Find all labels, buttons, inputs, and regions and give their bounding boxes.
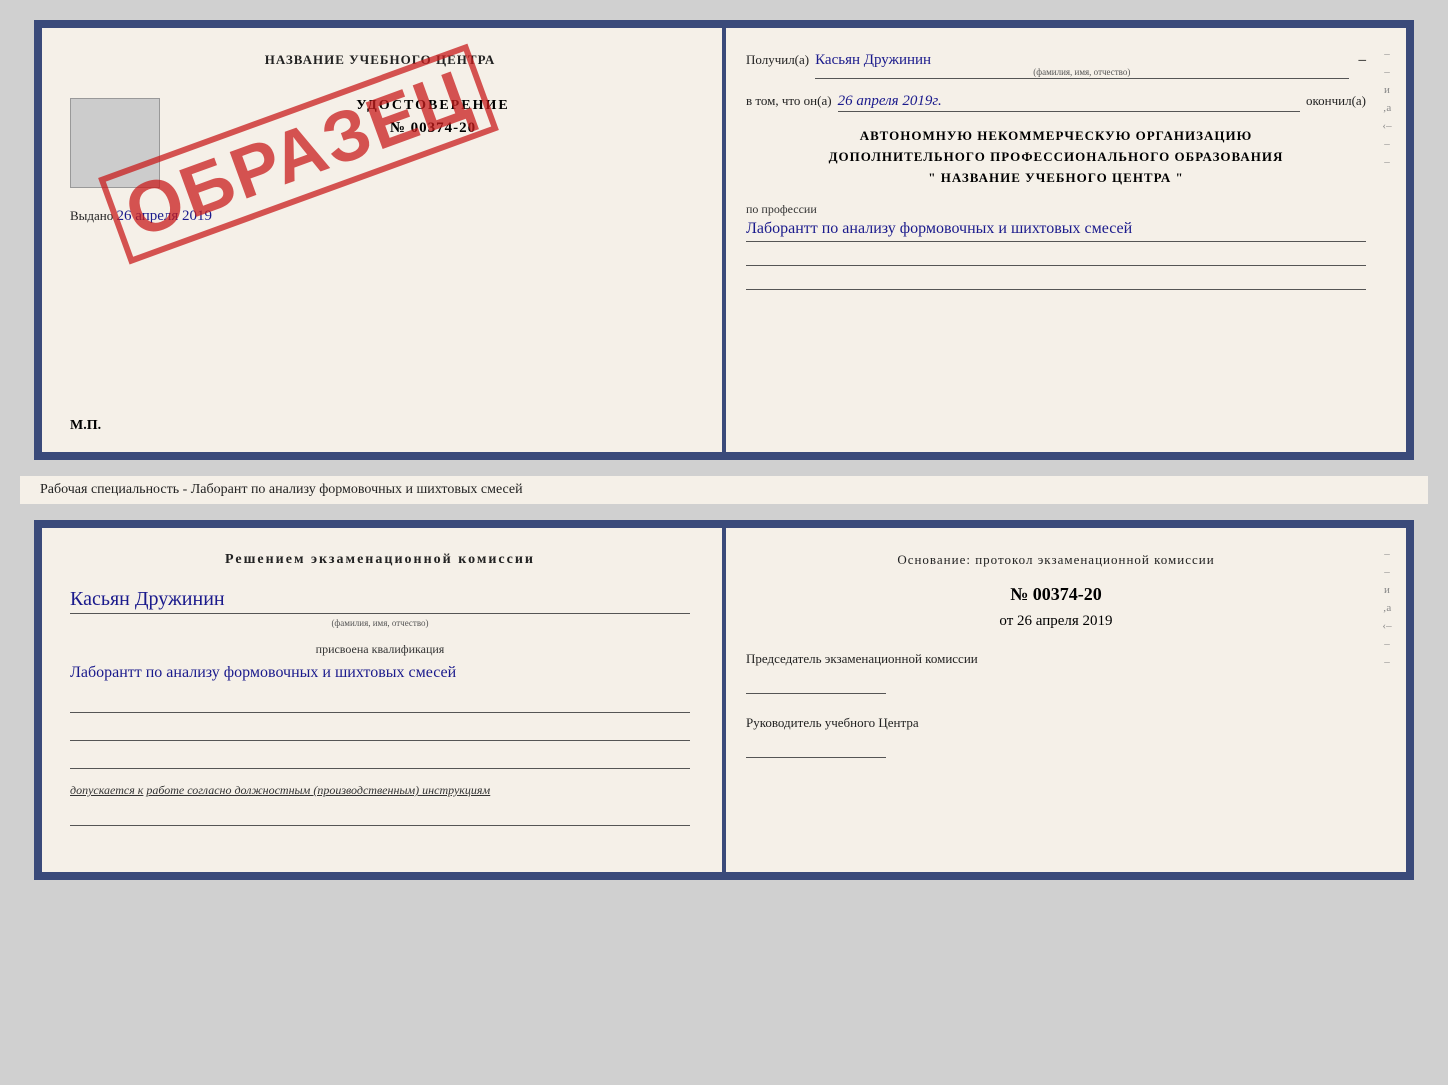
received-name-text: Касьян Дружинин <box>815 52 931 68</box>
bottom-left-page: Решением экзаменационной комиссии Касьян… <box>42 528 718 872</box>
director-label: Руководитель учебного Центра <box>746 714 1366 732</box>
top-document: НАЗВАНИЕ УЧЕБНОГО ЦЕНТРА УДОСТОВЕРЕНИЕ №… <box>34 20 1414 460</box>
middle-label: Рабочая специальность - Лаборант по анал… <box>20 476 1428 504</box>
right-decorative-lines: – – и ‚а ‹– – – <box>1378 48 1396 432</box>
blank-line-1 <box>746 248 1366 266</box>
date-prefix: от <box>999 613 1013 629</box>
decision-title: Решением экзаменационной комиссии <box>70 552 690 568</box>
org-line3: " НАЗВАНИЕ УЧЕБНОГО ЦЕНТРА " <box>746 168 1366 189</box>
cert-title: НАЗВАНИЕ УЧЕБНОГО ЦЕНТРА <box>70 52 690 68</box>
protocol-date: от 26 апреля 2019 <box>746 613 1366 630</box>
org-block: АВТОНОМНУЮ НЕКОММЕРЧЕСКУЮ ОРГАНИЗАЦИЮ ДО… <box>746 126 1366 188</box>
bottom-name-sublabel: (фамилия, имя, отчество) <box>70 618 690 628</box>
chairman-sign-line <box>746 672 886 694</box>
qual-label: присвоена квалификация <box>70 642 690 657</box>
qual-value: Лаборантт по анализу формовочных и шихто… <box>70 661 690 685</box>
received-label: Получил(а) <box>746 52 809 68</box>
blank-1 <box>70 693 690 713</box>
seal-placeholder <box>70 98 160 188</box>
допуск-text: допускается к работе согласно должностны… <box>70 783 690 798</box>
org-line2: ДОПОЛНИТЕЛЬНОГО ПРОФЕССИОНАЛЬНОГО ОБРАЗО… <box>746 147 1366 168</box>
chairman-block: Председатель экзаменационной комиссии <box>746 650 1366 694</box>
profession-label: по профессии <box>746 202 1366 217</box>
cert-body: УДОСТОВЕРЕНИЕ № 00374-20 <box>70 98 690 188</box>
issued-date: 26 апреля 2019 <box>117 208 213 224</box>
blank-4 <box>70 806 690 826</box>
date-value: 26 апреля 2019 <box>1017 613 1113 629</box>
mp-label: М.П. <box>70 418 101 434</box>
date-label: в том, что он(а) <box>746 93 832 109</box>
received-name: Касьян Дружинин (фамилия, имя, отчество) <box>815 52 1348 79</box>
issued-label: Выдано <box>70 208 113 223</box>
top-right-page: Получил(а) Касьян Дружинин (фамилия, имя… <box>718 28 1406 452</box>
chairman-label: Председатель экзаменационной комиссии <box>746 650 1366 668</box>
date-line: в том, что он(а) 26 апреля 2019г. окончи… <box>746 93 1366 112</box>
blank-3 <box>70 749 690 769</box>
middle-label-text: Рабочая специальность - Лаборант по анал… <box>40 482 523 497</box>
director-block: Руководитель учебного Центра <box>746 714 1366 758</box>
cert-label: УДОСТОВЕРЕНИЕ <box>176 98 690 114</box>
bottom-name-block: Касьян Дружинин (фамилия, имя, отчество) <box>70 588 690 628</box>
blank-line-2 <box>746 272 1366 290</box>
cert-number: № 00374-20 <box>176 120 690 137</box>
допуск-value: работе согласно должностным (производств… <box>146 783 490 797</box>
finished-label: окончил(а) <box>1306 93 1366 109</box>
blank-2 <box>70 721 690 741</box>
org-line1: АВТОНОМНУЮ НЕКОММЕРЧЕСКУЮ ОРГАНИЗАЦИЮ <box>746 126 1366 147</box>
director-sign-line <box>746 736 886 758</box>
cert-issued: Выдано 26 апреля 2019 <box>70 208 690 225</box>
right-decorative-lines-bottom: – – и ‚а ‹– – – <box>1378 548 1396 852</box>
name-sublabel: (фамилия, имя, отчество) <box>815 67 1348 77</box>
protocol-number: № 00374-20 <box>746 584 1366 605</box>
cert-text-block: УДОСТОВЕРЕНИЕ № 00374-20 <box>176 98 690 147</box>
bottom-right-page: Основание: протокол экзаменационной коми… <box>718 528 1406 872</box>
profession-value: Лаборантт по анализу формовочных и шихто… <box>746 217 1366 242</box>
top-left-page: НАЗВАНИЕ УЧЕБНОГО ЦЕНТРА УДОСТОВЕРЕНИЕ №… <box>42 28 718 452</box>
date-value: 26 апреля 2019г. <box>838 93 1300 112</box>
bottom-name: Касьян Дружинин <box>70 588 690 614</box>
osnov-title: Основание: протокол экзаменационной коми… <box>746 552 1366 568</box>
profession-block: по профессии Лаборантт по анализу формов… <box>746 202 1366 290</box>
bottom-document: Решением экзаменационной комиссии Касьян… <box>34 520 1414 880</box>
допуск-label: допускается к <box>70 783 143 797</box>
dash: – <box>1359 52 1367 69</box>
received-line: Получил(а) Касьян Дружинин (фамилия, имя… <box>746 52 1366 79</box>
